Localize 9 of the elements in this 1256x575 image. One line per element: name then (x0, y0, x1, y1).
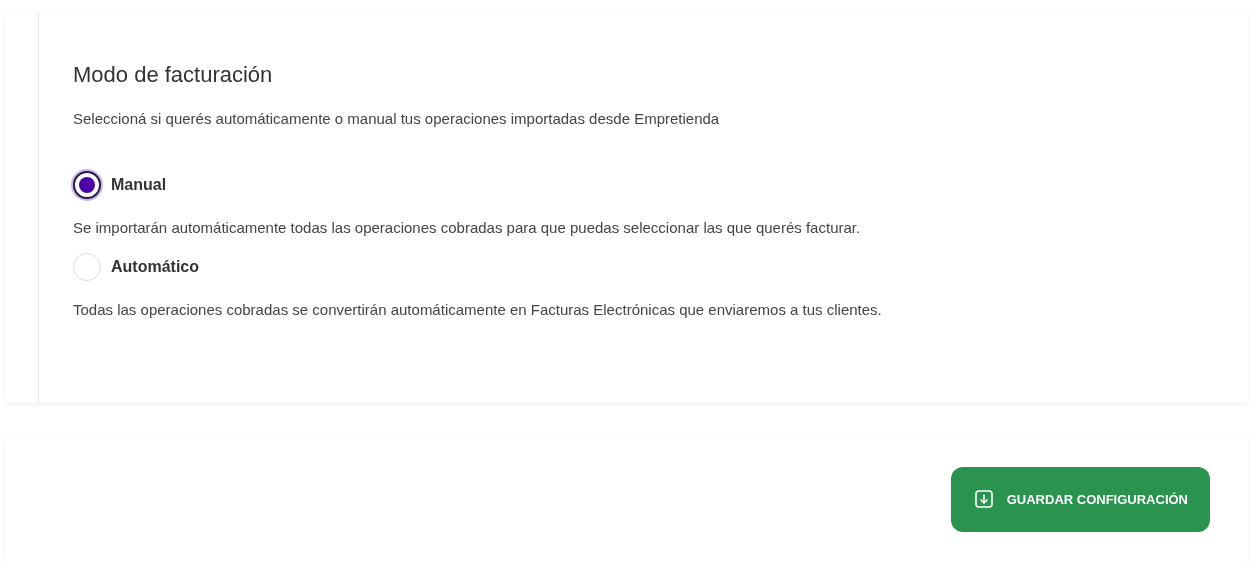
option-description: Se importarán automáticamente todas las operaciones cobradas para que puedas seleccionar las que querés facturar. (73, 219, 862, 236)
radio-button[interactable] (73, 171, 101, 199)
download-icon (974, 490, 993, 508)
section-description: Seleccioná si querés automáticamente o manual tus operaciones importadas desde Empretienda (73, 110, 721, 127)
option-label: Automático (111, 258, 199, 276)
option-label: Manual (111, 176, 167, 194)
save-button[interactable]: GUARDAR CONFIGURACIÓN (950, 466, 1210, 532)
option-description: Todas las operaciones cobradas se convertirán automáticamente en Facturas Electrónicas que enviaremos a tus clientes. (73, 301, 883, 318)
section-title: Modo de facturación (73, 62, 274, 88)
